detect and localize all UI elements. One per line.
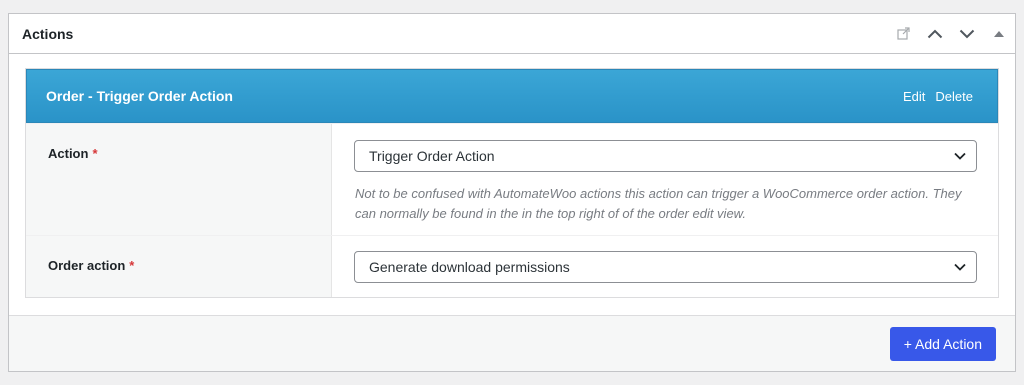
metabox-header: Actions bbox=[9, 14, 1015, 54]
action-header-links: Edit Delete bbox=[903, 89, 973, 104]
chevron-down-icon bbox=[954, 263, 966, 271]
toggle-panel-button[interactable] bbox=[983, 14, 1015, 54]
delete-link[interactable]: Delete bbox=[935, 89, 973, 104]
metabox-title: Actions bbox=[22, 25, 74, 42]
order-action-select-value: Generate download permissions bbox=[369, 259, 570, 275]
move-up-button[interactable] bbox=[919, 14, 951, 54]
action-select[interactable]: Trigger Order Action bbox=[354, 140, 977, 172]
field-row-action: Action * Trigger Order Action Not to be c… bbox=[26, 123, 998, 235]
required-marker: * bbox=[129, 258, 135, 273]
actions-metabox: Actions Order - Trigger Order Action Edi… bbox=[8, 13, 1016, 372]
field-body-action: Trigger Order Action Not to be confused … bbox=[332, 124, 998, 235]
metabox-footer: + Add Action bbox=[9, 315, 1015, 371]
external-link-icon[interactable] bbox=[887, 14, 919, 54]
metabox-inside: Order - Trigger Order Action Edit Delete… bbox=[9, 54, 1015, 298]
field-row-order-action: Order action * Generate download permissi… bbox=[26, 235, 998, 297]
action-header[interactable]: Order - Trigger Order Action Edit Delete bbox=[26, 69, 998, 123]
field-label-text: Action bbox=[48, 146, 89, 161]
action-description: Not to be confused with AutomateWoo acti… bbox=[355, 186, 962, 221]
chevron-down-icon bbox=[954, 152, 966, 160]
move-down-button[interactable] bbox=[951, 14, 983, 54]
add-action-button[interactable]: + Add Action bbox=[889, 326, 996, 361]
metabox-controls bbox=[887, 14, 1015, 53]
edit-link[interactable]: Edit bbox=[903, 89, 925, 104]
action-card: Order - Trigger Order Action Edit Delete… bbox=[25, 68, 999, 298]
action-select-value: Trigger Order Action bbox=[369, 148, 495, 164]
order-action-select[interactable]: Generate download permissions bbox=[354, 251, 977, 283]
chevron-up-icon bbox=[927, 29, 943, 38]
field-body-order-action: Generate download permissions bbox=[332, 236, 998, 297]
action-title: Order - Trigger Order Action bbox=[46, 88, 233, 104]
triangle-up-icon bbox=[994, 30, 1004, 37]
field-label-action: Action * bbox=[26, 124, 332, 235]
field-label-order-action: Order action * bbox=[26, 236, 332, 297]
field-label-text: Order action bbox=[48, 258, 126, 273]
chevron-down-icon bbox=[959, 29, 975, 38]
required-marker: * bbox=[92, 146, 98, 161]
